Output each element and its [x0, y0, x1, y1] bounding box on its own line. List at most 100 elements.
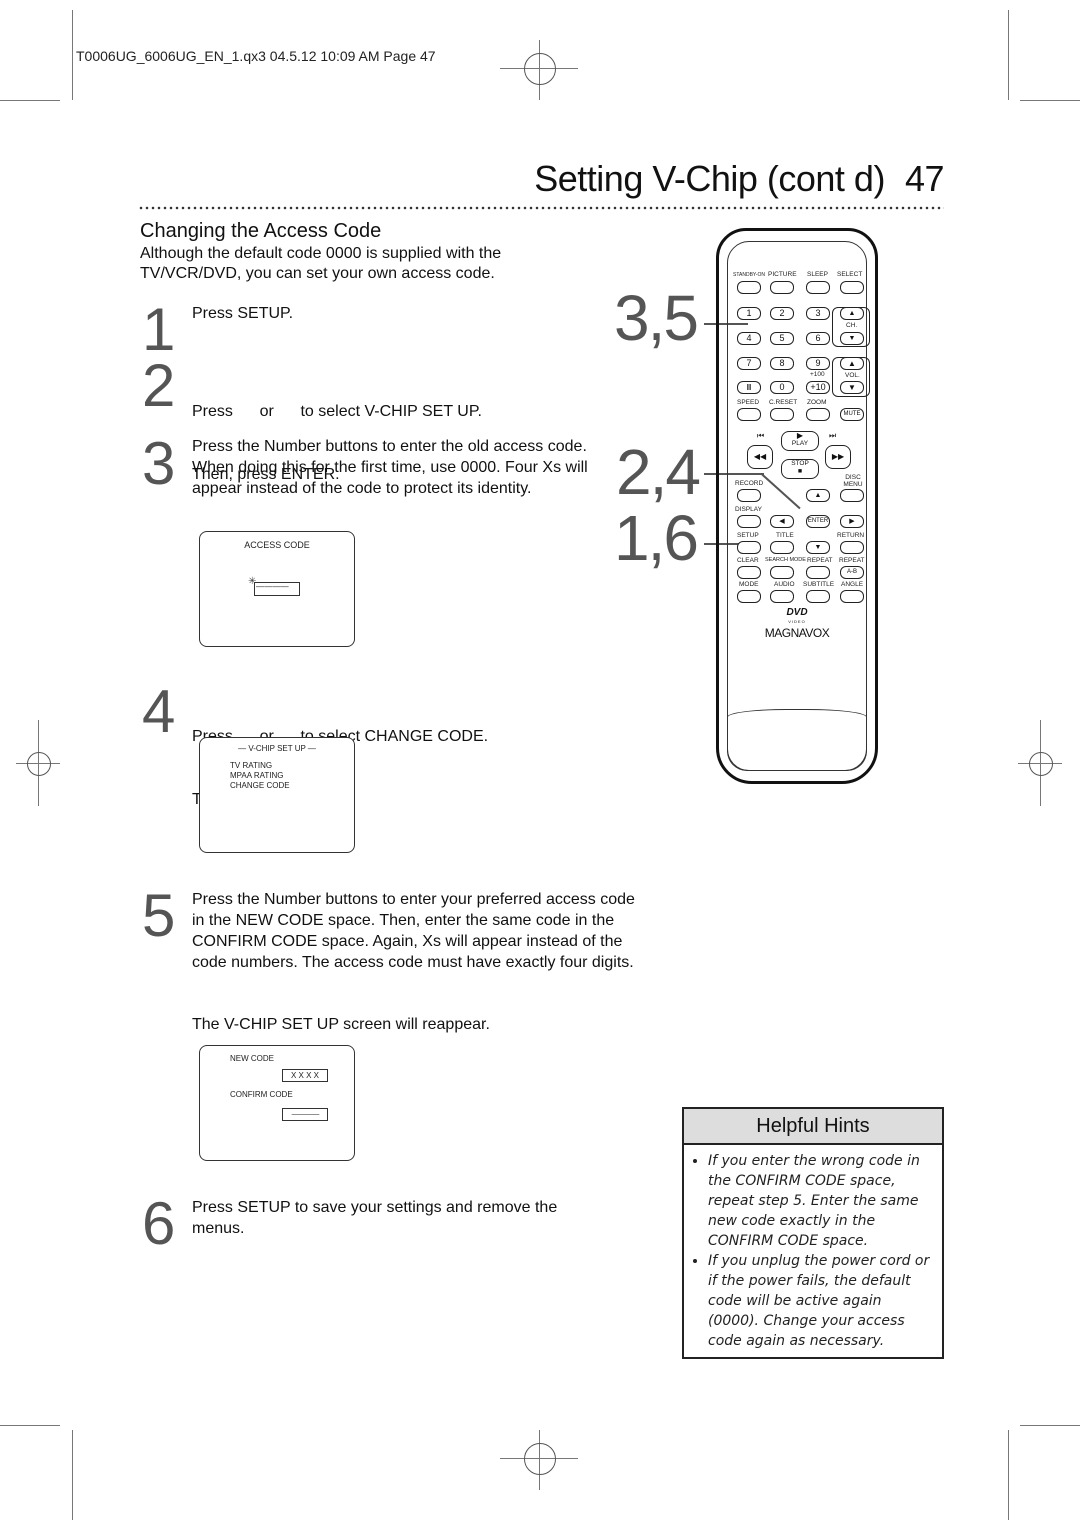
stop-label: STOP	[791, 460, 809, 467]
step-number: 4	[142, 678, 176, 745]
page-title-text: Setting V-Chip (cont d)	[534, 158, 885, 199]
picture-button[interactable]	[770, 281, 794, 294]
new-code-label: NEW CODE	[230, 1054, 274, 1063]
btn-label: AUDIO	[774, 581, 795, 588]
channel-up-button[interactable]: ▲	[840, 307, 864, 320]
fast-forward-button[interactable]: ▶▶	[825, 445, 851, 469]
channel-down-button[interactable]: ▼	[840, 332, 864, 345]
screen-title: — V-CHIP SET UP —	[238, 744, 316, 753]
mode-button[interactable]	[737, 590, 761, 603]
btn-label: C.RESET	[769, 399, 798, 406]
dvd-logo: DVD	[786, 607, 808, 618]
tv-screen-access-code: ACCESS CODE — — — — ✳	[199, 531, 355, 647]
play-button[interactable]: ▶ PLAY	[781, 431, 819, 451]
remote-control: STANDBY-ON PICTURE SLEEP SELECT 1 2 3 4 …	[716, 228, 878, 784]
skip-forward-icon: ⏭	[829, 431, 837, 440]
digit-7-button[interactable]: 7	[737, 357, 761, 370]
search-mode-button[interactable]	[770, 566, 794, 579]
digit-0-button[interactable]: 0	[770, 381, 794, 394]
btn-label: SPEED	[737, 399, 760, 406]
screen-title: ACCESS CODE	[244, 540, 310, 550]
step-number: 3	[142, 430, 176, 497]
pause-button[interactable]: II	[737, 381, 761, 394]
section-intro: Although the default code 0000 is suppli…	[140, 245, 502, 282]
crop-mark	[1008, 1430, 1009, 1520]
step-text-after: The V-CHIP SET UP screen will reappear.	[192, 1016, 490, 1033]
btn-label: SELECT	[837, 271, 863, 278]
c-reset-button[interactable]	[770, 408, 794, 421]
registration-mark	[27, 752, 51, 776]
volume-up-button[interactable]: ▲	[840, 357, 864, 370]
mute-button[interactable]: MUTE	[840, 408, 864, 421]
display-button[interactable]	[737, 515, 761, 528]
btn-label: SEARCH MODE	[765, 557, 806, 563]
standby-on-button[interactable]	[737, 281, 761, 294]
btn-label: REPEAT	[807, 557, 833, 564]
play-label: PLAY	[791, 440, 809, 447]
digit-9-button[interactable]: 9	[806, 357, 830, 370]
code-entry-value: — — — —	[256, 582, 289, 591]
step-number: 5	[142, 882, 176, 949]
crop-mark	[72, 1430, 73, 1520]
clear-button[interactable]	[737, 566, 761, 579]
audio-button[interactable]	[770, 590, 794, 603]
zoom-button[interactable]	[806, 408, 830, 421]
rewind-button[interactable]: ◀◀	[747, 445, 773, 469]
repeat-button[interactable]	[806, 566, 830, 579]
step-number: 1	[142, 296, 176, 363]
step-number: 2	[142, 352, 176, 419]
digit-5-button[interactable]: 5	[770, 332, 794, 345]
confirm-code-value: — — — —	[282, 1108, 328, 1121]
new-code-value: X X X X	[282, 1069, 328, 1082]
callout-steps-3-5: 3,5	[614, 282, 699, 354]
title-button[interactable]	[770, 541, 794, 554]
hint-item: If you enter the wrong code in the CONFI…	[708, 1151, 934, 1251]
digit-3-button[interactable]: 3	[806, 307, 830, 320]
digit-4-button[interactable]: 4	[737, 332, 761, 345]
digit-2-button[interactable]: 2	[770, 307, 794, 320]
dotted-divider	[138, 206, 944, 210]
stop-icon: ■	[797, 468, 803, 475]
right-arrow-button[interactable]: ▶	[840, 515, 864, 528]
btn-label: SETUP	[737, 532, 759, 539]
stop-button[interactable]: STOP ■	[781, 459, 819, 479]
menu-item: TV RATING	[230, 761, 273, 770]
setup-button[interactable]	[737, 541, 761, 554]
sleep-button[interactable]	[806, 281, 830, 294]
volume-down-button[interactable]: ▼	[840, 381, 864, 394]
brand-logo: MAGNAVOX	[764, 626, 830, 640]
btn-label: CLEAR	[737, 557, 759, 564]
step-text: Press the Number buttons to enter your p…	[192, 891, 635, 971]
disc-menu-button[interactable]	[840, 489, 864, 502]
btn-label: DISPLAY	[735, 506, 762, 513]
speed-button[interactable]	[737, 408, 761, 421]
step-text: Press SETUP to save your settings and re…	[192, 1199, 558, 1237]
up-arrow-button[interactable]: ▲	[806, 489, 830, 502]
crop-mark	[0, 100, 60, 101]
angle-button[interactable]	[840, 590, 864, 603]
btn-label: PICTURE	[768, 271, 797, 278]
return-button[interactable]	[840, 541, 864, 554]
cursor-blink-icon: ✳	[248, 576, 257, 587]
subtitle-button[interactable]	[806, 590, 830, 603]
channel-label: CH.	[846, 322, 858, 329]
record-button[interactable]	[737, 489, 761, 502]
btn-label: MODE	[739, 581, 759, 588]
menu-item: MPAA RATING	[230, 771, 284, 780]
crop-mark	[1020, 100, 1080, 101]
step-number: 6	[142, 1190, 176, 1257]
digit-1-button[interactable]: 1	[737, 307, 761, 320]
digit-6-button[interactable]: 6	[806, 332, 830, 345]
tv-screen-vchip-setup: — V-CHIP SET UP — TV RATING MPAA RATING …	[199, 737, 355, 853]
down-arrow-button[interactable]: ▼	[806, 541, 830, 554]
left-arrow-button[interactable]: ◀	[770, 515, 794, 528]
btn-label: RETURN	[837, 532, 865, 539]
menu-item: CHANGE CODE	[230, 781, 290, 790]
enter-button[interactable]: ENTER	[806, 515, 830, 528]
skip-back-icon: ⏮	[757, 431, 765, 440]
digit-8-button[interactable]: 8	[770, 357, 794, 370]
btn-label: TITLE	[776, 532, 794, 539]
plus10-button[interactable]: +10	[806, 381, 830, 394]
select-button[interactable]	[840, 281, 864, 294]
repeat-ab-button[interactable]: A-B	[840, 566, 864, 579]
